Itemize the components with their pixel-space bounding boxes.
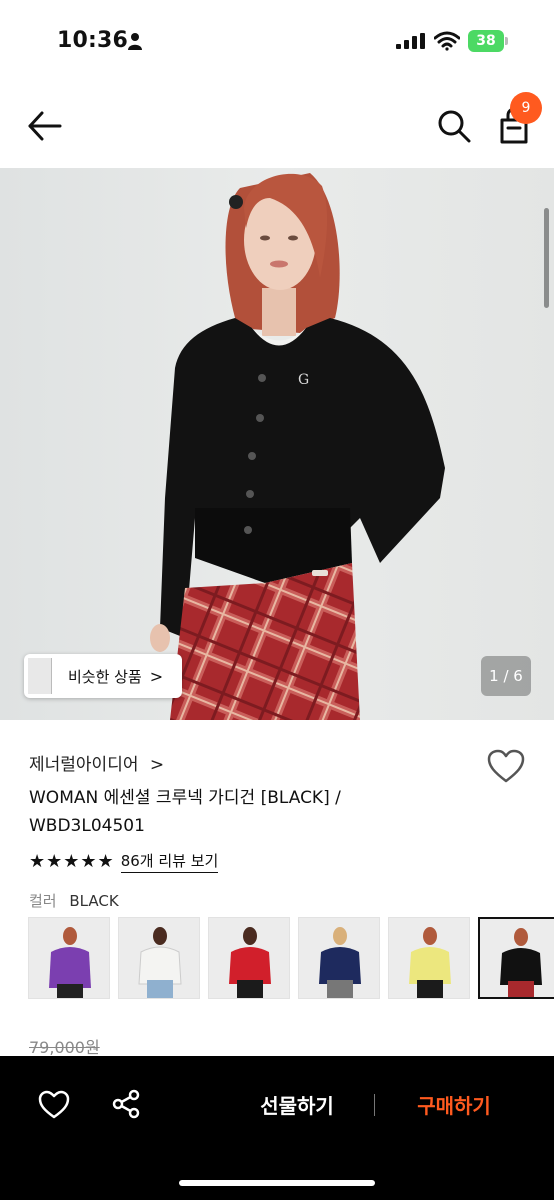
product-title-line: WOMAN 에센셜 크루넥 가디건 [BLACK] / [29,788,341,808]
share-icon[interactable] [110,1088,142,1120]
similar-products-thumbnails [28,654,56,698]
star-rating: ★★★★★ [29,850,115,872]
home-indicator[interactable] [179,1180,375,1186]
original-price: 79,000원 [29,1038,100,1057]
product-title-line: WBD3L04501 [29,816,145,836]
buy-button[interactable]: 구매하기 [398,1086,510,1126]
color-swatch-purple[interactable] [28,917,110,999]
cellular-signal-icon [396,33,425,49]
product-image-carousel[interactable]: G 비슷한 상품 > 1 / 6 [0,168,554,720]
color-row: 컬러 BLACK [29,890,119,911]
back-button[interactable] [24,106,66,146]
brand-name: 제너럴아이디어 [29,755,139,775]
chevron-right-icon: > [149,666,164,686]
color-swatch-list [28,916,554,1000]
status-bar: 10:36 38 [0,0,554,84]
button-divider [374,1094,375,1116]
image-scroll-indicator [544,208,549,308]
svg-text:G: G [298,372,309,388]
color-swatch-yellow[interactable] [388,917,470,999]
color-value: BLACK [69,892,119,910]
battery-tip [505,37,508,45]
color-swatch-red[interactable] [208,917,290,999]
gift-button[interactable]: 선물하기 [240,1086,354,1126]
product-title: WOMAN 에센셜 크루넥 가디건 [BLACK] / WBD3L04501 [29,784,429,840]
person-icon [128,33,142,50]
image-page-counter: 1 / 6 [481,656,531,696]
similar-products-button[interactable]: 비슷한 상품 > [24,654,182,698]
similar-products-label: 비슷한 상품 [68,667,142,686]
chevron-right-icon: > [149,755,165,775]
cart-count-badge: 9 [510,92,542,124]
app-header [0,84,554,168]
similar-thumb [38,658,52,694]
product-photo: G [150,173,445,720]
color-swatch-black[interactable] [478,917,554,999]
wifi-icon [434,31,460,51]
brand-link[interactable]: 제너럴아이디어 > [29,750,164,775]
color-swatch-white[interactable] [118,917,200,999]
heart-outline-icon[interactable] [38,1090,70,1120]
battery-indicator: 38 [468,30,508,52]
reviews-link[interactable]: 86개 리뷰 보기 [120,850,219,873]
rating-row: ★★★★★ 86개 리뷰 보기 [29,850,219,873]
bottom-action-bar: 선물하기 구매하기 [0,1056,554,1200]
color-label: 컬러 [29,892,57,910]
status-time: 10:36 [57,28,129,53]
wishlist-heart-button[interactable] [486,748,526,784]
search-button[interactable] [436,108,472,144]
battery-level: 38 [468,30,504,52]
color-swatch-navy[interactable] [298,917,380,999]
